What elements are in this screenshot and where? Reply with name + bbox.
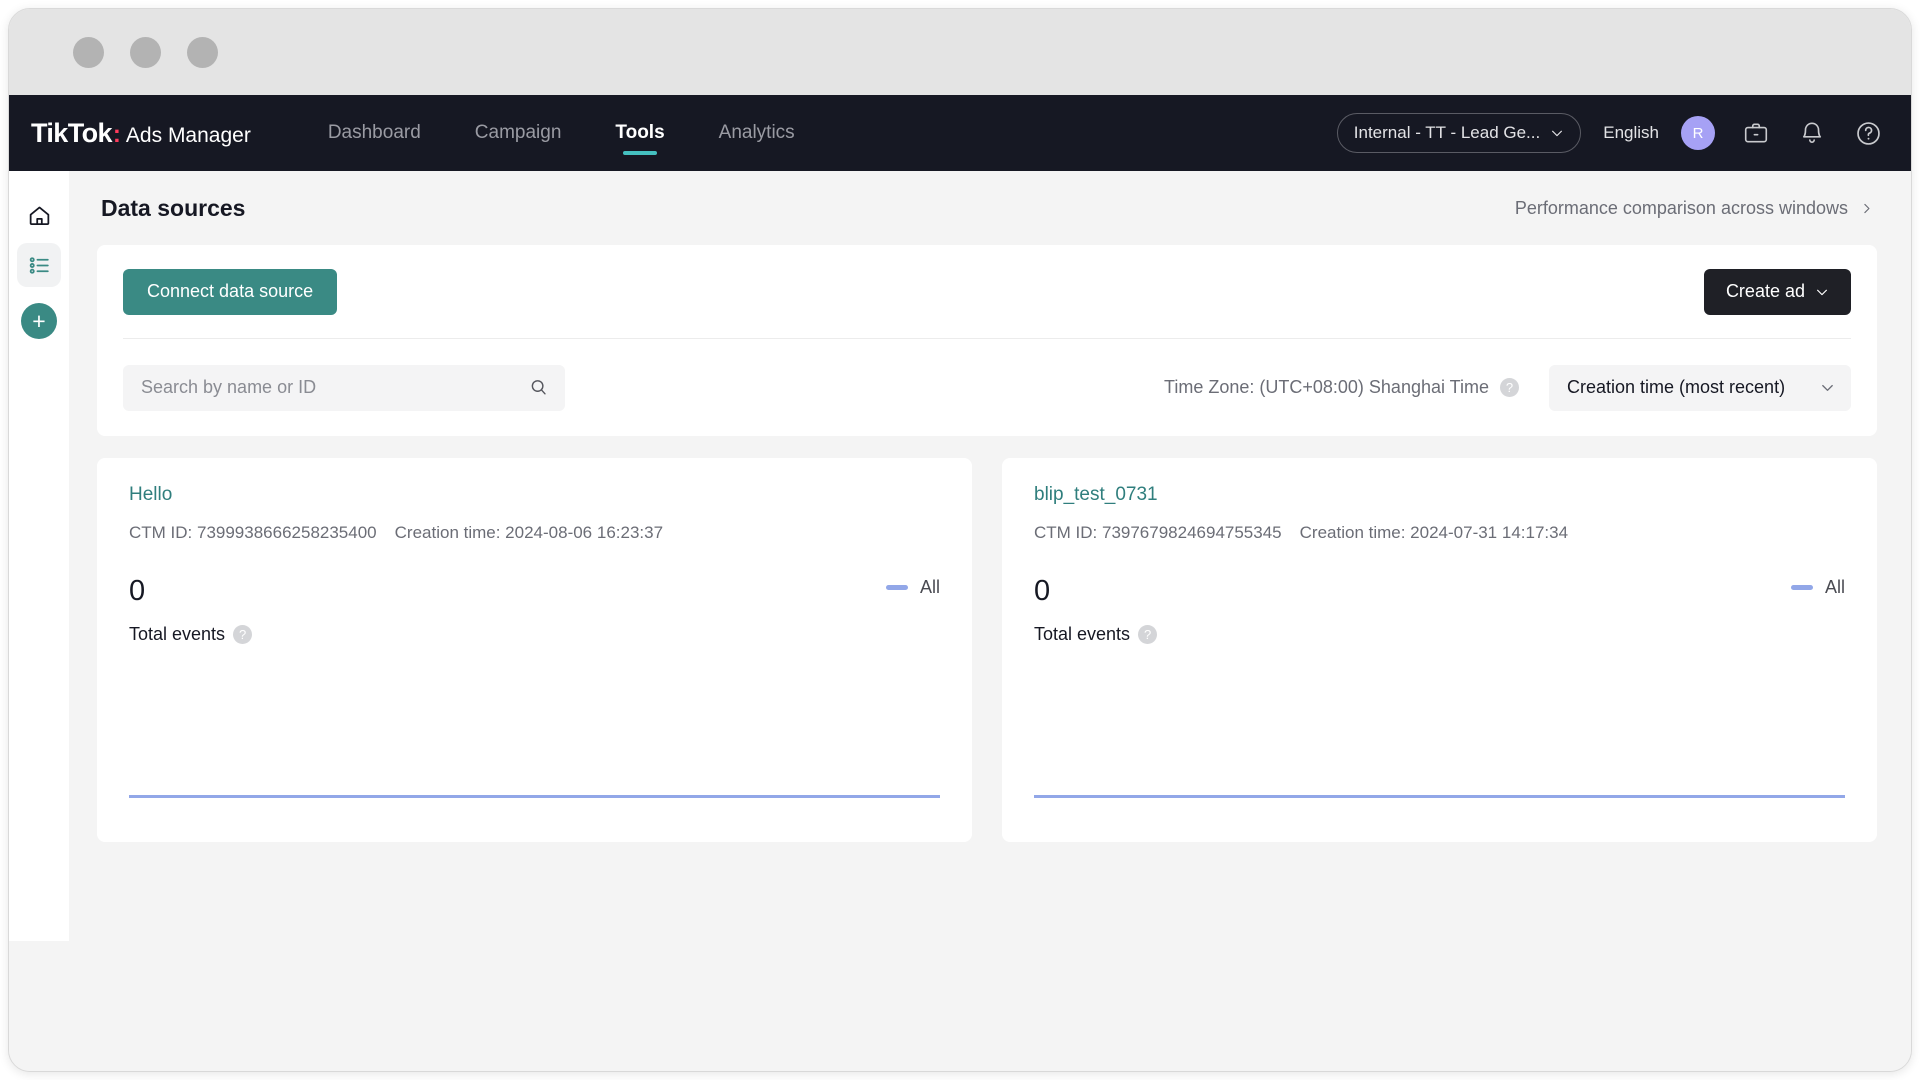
events-line-chart xyxy=(1034,658,1845,798)
chart-legend[interactable]: All xyxy=(1791,577,1845,598)
data-source-name-link[interactable]: blip_test_0731 xyxy=(1034,484,1845,506)
total-events-value: 0 xyxy=(129,577,252,606)
timezone-help-icon[interactable]: ? xyxy=(1500,378,1519,397)
chevron-down-icon xyxy=(1820,380,1835,395)
list-icon xyxy=(27,253,52,278)
chevron-right-icon xyxy=(1860,202,1873,215)
total-events-help-icon[interactable]: ? xyxy=(233,625,252,644)
brand-tiktok-text: TikTok xyxy=(31,118,112,149)
main-content: Data sources Performance comparison acro… xyxy=(69,171,1911,1072)
brand-ads-manager-text: Ads Manager xyxy=(126,124,251,148)
timezone-label: Time Zone: (UTC+08:00) Shanghai Time xyxy=(1164,377,1489,398)
chart-legend[interactable]: All xyxy=(886,577,940,598)
total-events-label-group: Total events ? xyxy=(1034,624,1157,645)
data-source-meta: CTM ID: 7399938666258235400 Creation tim… xyxy=(129,523,940,543)
left-sidebar: + xyxy=(9,171,69,941)
total-events-label: Total events xyxy=(129,624,225,645)
add-data-source-button[interactable]: + xyxy=(21,303,57,339)
nav-right-group: Internal - TT - Lead Ge... English R xyxy=(1337,113,1887,153)
search-row: Time Zone: (UTC+08:00) Shanghai Time ? C… xyxy=(123,339,1851,436)
window-maximize-button[interactable] xyxy=(187,37,218,68)
language-selector[interactable]: English xyxy=(1581,123,1681,143)
ctm-id-label: CTM ID: 7399938666258235400 xyxy=(129,523,377,543)
brand-logo[interactable]: TikTok : Ads Manager xyxy=(31,118,251,149)
home-icon xyxy=(27,203,52,228)
data-source-name-link[interactable]: Hello xyxy=(129,484,940,506)
total-events-label-group: Total events ? xyxy=(129,624,252,645)
legend-color-swatch xyxy=(1791,585,1813,590)
nav-item-tools[interactable]: Tools xyxy=(588,95,691,171)
chevron-down-icon xyxy=(1815,285,1829,299)
create-ad-label: Create ad xyxy=(1726,281,1805,302)
creation-time-label: Creation time: 2024-07-31 14:17:34 xyxy=(1300,523,1568,543)
nav-links: Dashboard Campaign Tools Analytics xyxy=(301,95,822,171)
window-titlebar xyxy=(9,9,1911,95)
total-events-help-icon[interactable]: ? xyxy=(1138,625,1157,644)
data-source-card[interactable]: Hello CTM ID: 7399938666258235400 Creati… xyxy=(97,458,972,842)
legend-label: All xyxy=(1825,577,1845,598)
creation-time-label: Creation time: 2024-08-06 16:23:37 xyxy=(395,523,663,543)
top-navigation-bar: TikTok : Ads Manager Dashboard Campaign … xyxy=(9,95,1911,171)
total-events-value: 0 xyxy=(1034,577,1157,606)
sidebar-item-home[interactable] xyxy=(17,193,61,237)
chevron-down-icon xyxy=(1550,126,1564,140)
help-circle-icon[interactable] xyxy=(1853,118,1883,148)
browser-window: TikTok : Ads Manager Dashboard Campaign … xyxy=(8,8,1912,1072)
account-selector-label: Internal - TT - Lead Ge... xyxy=(1354,123,1540,143)
page-header: Data sources Performance comparison acro… xyxy=(97,171,1877,245)
metric-row: 0 Total events ? All xyxy=(129,577,940,645)
total-events-label: Total events xyxy=(1034,624,1130,645)
window-minimize-button[interactable] xyxy=(130,37,161,68)
metric-row: 0 Total events ? All xyxy=(1034,577,1845,645)
brand-colon: : xyxy=(113,121,121,149)
legend-color-swatch xyxy=(886,585,908,590)
legend-label: All xyxy=(920,577,940,598)
chart-series-all xyxy=(129,795,940,798)
nav-item-analytics[interactable]: Analytics xyxy=(692,95,822,171)
app-body: + Data sources Performance comparison ac… xyxy=(9,171,1911,1072)
timezone-info: Time Zone: (UTC+08:00) Shanghai Time ? xyxy=(1164,377,1519,398)
briefcase-icon[interactable] xyxy=(1741,118,1771,148)
sidebar-item-data-sources[interactable] xyxy=(17,243,61,287)
actions-row: Connect data source Create ad xyxy=(123,245,1851,338)
ctm-id-label: CTM ID: 7397679824694755345 xyxy=(1034,523,1282,543)
search-input[interactable] xyxy=(141,377,528,398)
search-box[interactable] xyxy=(123,365,565,411)
events-line-chart xyxy=(129,658,940,798)
chart-series-all xyxy=(1034,795,1845,798)
create-ad-button[interactable]: Create ad xyxy=(1704,269,1851,315)
window-close-button[interactable] xyxy=(73,37,104,68)
page-title: Data sources xyxy=(101,195,245,222)
nav-item-dashboard[interactable]: Dashboard xyxy=(301,95,448,171)
performance-comparison-link[interactable]: Performance comparison across windows xyxy=(1515,198,1873,219)
search-icon[interactable] xyxy=(528,377,549,398)
avatar[interactable]: R xyxy=(1681,116,1715,150)
bell-icon[interactable] xyxy=(1797,118,1827,148)
sort-select-value: Creation time (most recent) xyxy=(1567,377,1785,398)
filters-panel: Connect data source Create ad xyxy=(97,245,1877,436)
data-source-card[interactable]: blip_test_0731 CTM ID: 73976798246947553… xyxy=(1002,458,1877,842)
sort-select[interactable]: Creation time (most recent) xyxy=(1549,365,1851,411)
account-selector[interactable]: Internal - TT - Lead Ge... xyxy=(1337,113,1581,153)
nav-item-campaign[interactable]: Campaign xyxy=(448,95,589,171)
connect-data-source-button[interactable]: Connect data source xyxy=(123,269,337,315)
performance-comparison-label: Performance comparison across windows xyxy=(1515,198,1848,219)
data-source-cards: Hello CTM ID: 7399938666258235400 Creati… xyxy=(97,458,1877,842)
data-source-meta: CTM ID: 7397679824694755345 Creation tim… xyxy=(1034,523,1845,543)
